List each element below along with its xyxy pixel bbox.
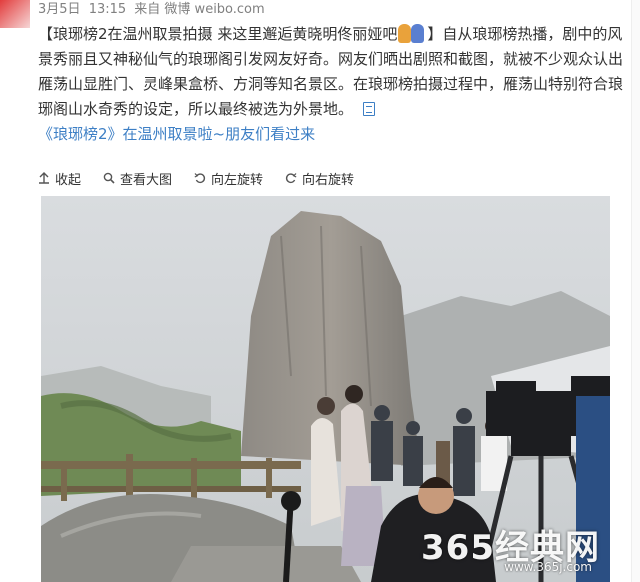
couple-emoji-icon [397, 23, 427, 43]
view-large-label: 查看大图 [120, 172, 173, 188]
avatar[interactable] [0, 0, 30, 28]
magnifier-icon [103, 172, 115, 184]
post-text-main: 【琅琊榜2在温州取景拍摄 来这里邂逅黄晓明佟丽娅吧 [38, 25, 398, 43]
post-text: 【琅琊榜2在温州取景拍摄 来这里邂逅黄晓明佟丽娅吧 】自从琅琊榜热播，剧中的风景秀… [38, 22, 634, 122]
rotate-right-label: 向右旋转 [302, 172, 355, 188]
scrollbar[interactable] [631, 0, 640, 582]
rotate-left-button[interactable]: 向左旋转 [194, 169, 263, 188]
post-time[interactable]: 13:15 [89, 2, 126, 17]
collect-label: 收起 [55, 172, 82, 188]
article-link[interactable]: 《琅琊榜2》在温州取景啦~朋友们看过来 [38, 122, 634, 146]
post-meta: 3月5日 13:15 来自 微博 weibo.com [38, 0, 634, 20]
arrow-up-icon [39, 172, 49, 184]
rotate-right-button[interactable]: 向右旋转 [285, 169, 354, 188]
post-date[interactable]: 3月5日 [38, 2, 81, 17]
weibo-post: 3月5日 13:15 来自 微博 weibo.com 【琅琊榜2在温州取景拍摄 … [38, 0, 634, 146]
rotate-right-icon [285, 173, 297, 184]
view-large-button[interactable]: 查看大图 [103, 169, 172, 188]
post-photo[interactable]: 365经典网 www.365j.com [41, 196, 610, 582]
collect-button[interactable]: 收起 [38, 169, 81, 188]
watermark-sub: www.365j.com [504, 560, 592, 574]
document-icon[interactable] [363, 102, 376, 116]
image-toolbar: 收起 查看大图 向左旋转 向右旋转 [38, 168, 376, 188]
rotate-left-icon [194, 173, 206, 184]
post-source[interactable]: 来自 微博 weibo.com [134, 2, 264, 17]
rotate-left-label: 向左旋转 [211, 172, 264, 188]
